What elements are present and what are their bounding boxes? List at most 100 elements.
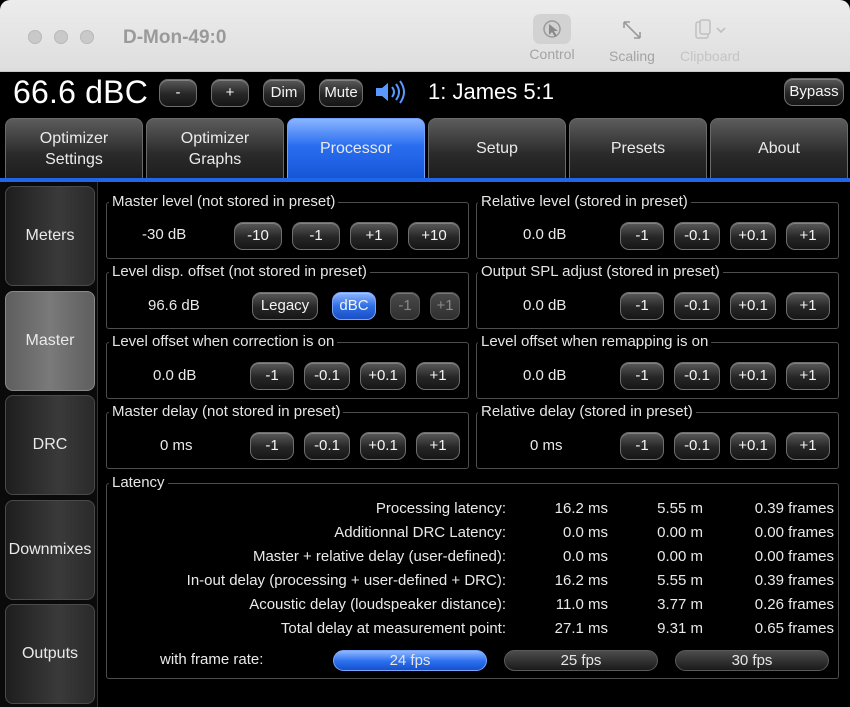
group-title: Relative delay (stored in preset)	[478, 403, 696, 420]
latency-row-meters: 5.55 m	[657, 572, 703, 589]
latency-row-ms: 16.2 ms	[554, 500, 608, 517]
offset-correction-minus01-button[interactable]: -0.1	[304, 362, 350, 390]
tab-bar-underline	[0, 178, 850, 182]
latency-row-meters: 5.55 m	[657, 500, 703, 517]
output-spl-minus1-button[interactable]: -1	[620, 292, 664, 320]
latency-row-ms: 0.0 ms	[562, 548, 608, 565]
dbc-button[interactable]: dBC	[332, 292, 376, 320]
side-item-master[interactable]: Master	[5, 291, 95, 391]
latency-row-meters: 3.77 m	[657, 596, 703, 613]
offset-correction-minus1-button[interactable]: -1	[250, 362, 294, 390]
disp-offset-minus1-button[interactable]: -1	[390, 292, 420, 320]
master-delay-plus1-button[interactable]: +1	[416, 432, 460, 460]
window-titlebar: D-Mon-49:0 Control Scaling Clipboard	[0, 0, 850, 72]
tab-label: Processor	[319, 140, 393, 157]
tab-label: Presets	[610, 140, 666, 157]
latency-row-label: Master + relative delay (user-defined):	[252, 548, 506, 565]
latency-row-frames: 0.65 frames	[754, 620, 834, 637]
relative-delay-minus01-button[interactable]: -0.1	[674, 432, 720, 460]
tab-label: Setup	[476, 140, 518, 157]
offset-remapping-minus1-button[interactable]: -1	[620, 362, 664, 390]
master-delay-plus01-button[interactable]: +0.1	[360, 432, 406, 460]
side-item-drc[interactable]: DRC	[5, 395, 95, 495]
offset-remapping-plus1-button[interactable]: +1	[786, 362, 830, 390]
master-delay-minus1-button[interactable]: -1	[250, 432, 294, 460]
latency-row-ms: 11.0 ms	[555, 596, 608, 613]
relative-level-plus1-button[interactable]: +1	[786, 222, 830, 250]
side-item-outputs[interactable]: Outputs	[5, 604, 95, 704]
tab-label: About	[758, 140, 800, 157]
disp-offset-plus1-button[interactable]: +1	[430, 292, 460, 320]
cursor-icon	[533, 14, 571, 44]
offset-correction-plus01-button[interactable]: +0.1	[360, 362, 406, 390]
latency-row-frames: 0.39 frames	[754, 500, 834, 517]
zoom-window-button[interactable]	[80, 30, 94, 44]
relative-delay-plus01-button[interactable]: +0.1	[730, 432, 776, 460]
level-minus-button[interactable]: -	[159, 79, 197, 107]
tab-processor[interactable]: Processor	[287, 118, 425, 178]
fps-25-button[interactable]: 25 fps	[504, 650, 658, 671]
latency-row-ms: 0.0 ms	[562, 524, 608, 541]
dim-button[interactable]: Dim	[263, 79, 305, 107]
group-title: Relative level (stored in preset)	[478, 193, 691, 210]
master-level-plus1-button[interactable]: +1	[350, 222, 398, 250]
group-title: Master delay (not stored in preset)	[109, 403, 344, 420]
latency-row-label: Additionnal DRC Latency:	[334, 524, 506, 541]
tab-setup[interactable]: Setup	[428, 118, 566, 178]
latency-row-meters: 9.31 m	[657, 620, 703, 637]
scaling-arrows-icon	[597, 14, 667, 46]
master-level-minus10-button[interactable]: -10	[234, 222, 282, 250]
tab-optimizer-settings[interactable]: Optimizer Settings	[5, 118, 143, 178]
tab-optimizer-graphs[interactable]: Optimizer Graphs	[146, 118, 284, 178]
minimize-window-button[interactable]	[54, 30, 68, 44]
toolbar-control[interactable]: Control	[517, 14, 587, 62]
mute-button[interactable]: Mute	[319, 79, 363, 107]
output-spl-plus01-button[interactable]: +0.1	[730, 292, 776, 320]
relative-level-minus1-button[interactable]: -1	[620, 222, 664, 250]
latency-row-label: Acoustic delay (loudspeaker distance):	[249, 596, 506, 613]
current-preset-name: 1: James 5:1	[428, 79, 554, 104]
latency-row-label: Total delay at measurement point:	[280, 620, 506, 637]
output-spl-plus1-button[interactable]: +1	[786, 292, 830, 320]
level-plus-button[interactable]: +	[211, 79, 249, 107]
close-window-button[interactable]	[28, 30, 42, 44]
tab-label: Graphs	[188, 150, 242, 168]
master-delay-value: 0 ms	[160, 437, 193, 454]
master-delay-minus01-button[interactable]: -0.1	[304, 432, 350, 460]
tab-label: Settings	[45, 150, 103, 168]
relative-delay-plus1-button[interactable]: +1	[786, 432, 830, 460]
speaker-volume-icon	[374, 80, 408, 110]
toolbar-scaling-label: Scaling	[609, 48, 655, 64]
offset-remapping-minus01-button[interactable]: -0.1	[674, 362, 720, 390]
side-item-downmixes[interactable]: Downmixes	[5, 500, 95, 600]
legacy-button[interactable]: Legacy	[252, 292, 318, 320]
side-item-meters[interactable]: Meters	[5, 186, 95, 286]
relative-level-minus01-button[interactable]: -0.1	[674, 222, 720, 250]
group-title: Master level (not stored in preset)	[109, 193, 339, 210]
offset-remapping-value: 0.0 dB	[523, 367, 567, 384]
master-level-plus10-button[interactable]: +10	[408, 222, 460, 250]
toolbar-scaling[interactable]: Scaling	[597, 14, 667, 64]
offset-remapping-plus01-button[interactable]: +0.1	[730, 362, 776, 390]
master-level-minus1-button[interactable]: -1	[292, 222, 340, 250]
bypass-button[interactable]: Bypass	[784, 78, 844, 106]
latency-row-frames: 0.26 frames	[754, 596, 834, 613]
latency-row-frames: 0.00 frames	[754, 548, 834, 565]
tab-about[interactable]: About	[710, 118, 848, 178]
offset-correction-value: 0.0 dB	[153, 367, 197, 384]
tab-presets[interactable]: Presets	[569, 118, 707, 178]
master-level-readout: 66.6 dBC	[13, 74, 149, 110]
offset-correction-plus1-button[interactable]: +1	[416, 362, 460, 390]
latency-row-frames: 0.00 frames	[754, 524, 834, 541]
output-spl-value: 0.0 dB	[523, 297, 567, 314]
toolbar-clipboard[interactable]: Clipboard	[675, 14, 745, 64]
fps-24-button[interactable]: 24 fps	[333, 650, 487, 671]
group-title: Level disp. offset (not stored in preset…	[109, 263, 370, 280]
fps-30-button[interactable]: 30 fps	[675, 650, 829, 671]
relative-delay-minus1-button[interactable]: -1	[620, 432, 664, 460]
tab-label: Optimizer	[39, 129, 109, 147]
latency-title: Latency	[109, 474, 168, 491]
relative-delay-value: 0 ms	[530, 437, 563, 454]
relative-level-plus01-button[interactable]: +0.1	[730, 222, 776, 250]
output-spl-minus01-button[interactable]: -0.1	[674, 292, 720, 320]
